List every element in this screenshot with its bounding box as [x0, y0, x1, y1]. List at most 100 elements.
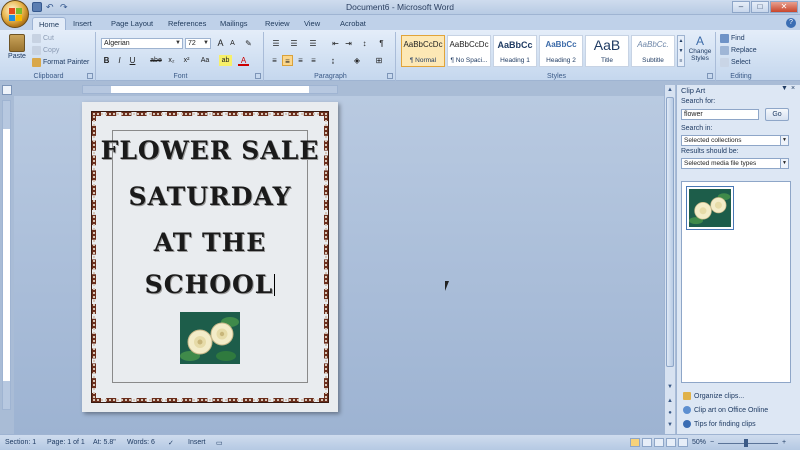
tab-acrobat[interactable]: Acrobat — [334, 17, 372, 30]
poster-line-2[interactable]: SATURDAY — [82, 182, 338, 211]
tab-mailings[interactable]: Mailings — [214, 17, 254, 30]
go-button[interactable]: Go — [765, 108, 789, 121]
minimize-button[interactable]: – — [732, 1, 750, 13]
copy-button[interactable]: Copy — [32, 46, 59, 55]
change-case-button[interactable]: Aa — [198, 55, 212, 66]
vertical-scrollbar[interactable]: ▲ ▼ ▲ ● ▼ — [664, 85, 675, 434]
style-subtitle[interactable]: AaBbCc. Subtitle — [631, 35, 675, 67]
poster-line-4-row[interactable]: SCHOOL — [82, 270, 338, 299]
results-type-select[interactable]: Selected media file types ▼ — [681, 158, 789, 169]
align-right-icon[interactable]: ≡ — [295, 55, 306, 66]
style-no-spacing[interactable]: AaBbCcDc ¶ No Spaci... — [447, 35, 491, 67]
format-painter-button[interactable]: Format Painter — [32, 58, 89, 67]
shrink-font-button[interactable]: A — [227, 38, 238, 49]
help-icon[interactable]: ? — [786, 18, 796, 28]
status-words[interactable]: Words: 6 — [127, 439, 155, 446]
font-launcher-icon[interactable] — [255, 73, 261, 79]
shading-icon[interactable]: ◈ — [350, 55, 364, 66]
vertical-ruler[interactable] — [2, 100, 11, 410]
strikethrough-button[interactable]: abe — [148, 55, 164, 66]
results-list[interactable] — [681, 181, 791, 383]
styles-gallery-scroll[interactable]: ▲ ▼ ≡ — [677, 35, 685, 67]
poster-line-1[interactable]: FLOWER SALE — [82, 136, 338, 165]
find-button[interactable]: Find — [720, 34, 745, 43]
poster-line-3[interactable]: AT THE — [82, 228, 338, 257]
numbering-icon[interactable]: ☰ — [287, 38, 301, 49]
status-insert-mode[interactable]: Insert — [188, 439, 206, 446]
grow-font-button[interactable]: A — [215, 38, 226, 49]
clipboard-launcher-icon[interactable] — [87, 73, 93, 79]
zoom-in-icon[interactable]: + — [782, 439, 786, 446]
maximize-button[interactable]: □ — [751, 1, 769, 13]
superscript-button[interactable]: x² — [181, 55, 192, 66]
select-button[interactable]: Select — [720, 58, 750, 67]
scroll-down-icon[interactable]: ▼ — [666, 383, 674, 391]
style-heading-1[interactable]: AaBbCc Heading 1 — [493, 35, 537, 67]
underline-button[interactable]: U — [127, 55, 138, 66]
full-screen-reading-icon[interactable] — [642, 438, 652, 447]
clear-formatting-icon[interactable]: ✎ — [243, 38, 254, 49]
pane-options-icon[interactable]: ▼ — [781, 85, 788, 92]
status-position[interactable]: At: 5.8" — [93, 439, 116, 446]
borders-icon[interactable]: ⊞ — [372, 55, 386, 66]
highlight-button[interactable]: ab — [219, 55, 232, 66]
select-browse-object-icon[interactable]: ● — [666, 409, 674, 417]
pane-close-button[interactable]: × — [791, 85, 795, 92]
zoom-slider-handle[interactable] — [744, 439, 748, 447]
zoom-level[interactable]: 50% — [692, 439, 706, 446]
style-title[interactable]: AaB Title — [585, 35, 629, 67]
cut-button[interactable]: Cut — [32, 34, 54, 43]
draft-view-icon[interactable] — [678, 438, 688, 447]
tab-home[interactable]: Home — [32, 17, 67, 30]
document-page[interactable]: FLOWER SALE SATURDAY AT THE SCHOOL — [82, 102, 338, 412]
line-spacing-icon[interactable]: ↨ — [326, 55, 340, 66]
horizontal-ruler[interactable] — [82, 85, 338, 94]
office-button[interactable] — [1, 0, 29, 28]
italic-button[interactable]: I — [114, 55, 125, 66]
show-marks-button[interactable]: ¶ — [376, 38, 387, 49]
styles-launcher-icon[interactable] — [707, 73, 713, 79]
tab-view[interactable]: View — [298, 17, 326, 30]
scrollbar-thumb[interactable] — [666, 97, 674, 367]
subscript-button[interactable]: x₂ — [166, 55, 177, 66]
next-page-icon[interactable]: ▼ — [666, 421, 674, 429]
font-size-select[interactable]: 72 ▼ — [185, 38, 211, 49]
multilevel-list-icon[interactable]: ☰ — [306, 38, 320, 49]
align-center-icon[interactable]: ≡ — [282, 55, 293, 66]
bold-button[interactable]: B — [101, 55, 112, 66]
sort-icon[interactable]: ↕ — [359, 38, 370, 49]
style-heading-2[interactable]: AaBbCc Heading 2 — [539, 35, 583, 67]
search-input[interactable]: flower — [681, 109, 759, 120]
status-section[interactable]: Section: 1 — [5, 439, 36, 446]
paste-button[interactable]: Paste — [6, 34, 28, 66]
change-styles-button[interactable]: A Change Styles — [685, 35, 715, 71]
align-left-icon[interactable]: ≡ — [269, 55, 280, 66]
replace-button[interactable]: Replace — [720, 46, 757, 55]
decrease-indent-icon[interactable]: ⇤ — [330, 38, 341, 49]
font-family-select[interactable]: Algerian ▼ — [101, 38, 183, 49]
close-button[interactable]: ✕ — [770, 1, 798, 13]
tab-page-layout[interactable]: Page Layout — [105, 17, 159, 30]
print-layout-view-icon[interactable] — [630, 438, 640, 447]
status-page[interactable]: Page: 1 of 1 — [47, 439, 85, 446]
organize-clips-link[interactable]: Organize clips... — [683, 392, 744, 400]
clipart-result-item[interactable] — [686, 186, 734, 230]
outline-view-icon[interactable] — [666, 438, 676, 447]
rose-clipart-image[interactable] — [180, 312, 240, 364]
tab-selector-icon[interactable] — [2, 85, 12, 95]
search-in-select[interactable]: Selected collections ▼ — [681, 135, 789, 146]
zoom-slider[interactable] — [718, 443, 778, 444]
office-online-link[interactable]: Clip art on Office Online — [683, 406, 768, 414]
style-normal[interactable]: AaBbCcDc ¶ Normal — [401, 35, 445, 67]
font-color-button[interactable]: A — [238, 55, 249, 66]
increase-indent-icon[interactable]: ⇥ — [343, 38, 354, 49]
paragraph-launcher-icon[interactable] — [387, 73, 393, 79]
web-layout-icon[interactable] — [654, 438, 664, 447]
zoom-out-icon[interactable]: − — [710, 439, 714, 446]
justify-icon[interactable]: ≡ — [308, 55, 319, 66]
macro-record-icon[interactable]: ▭ — [216, 439, 223, 447]
tab-references[interactable]: References — [162, 17, 212, 30]
tips-link[interactable]: Tips for finding clips — [683, 420, 756, 428]
tab-insert[interactable]: Insert — [67, 17, 98, 30]
bullets-icon[interactable]: ☰ — [269, 38, 283, 49]
